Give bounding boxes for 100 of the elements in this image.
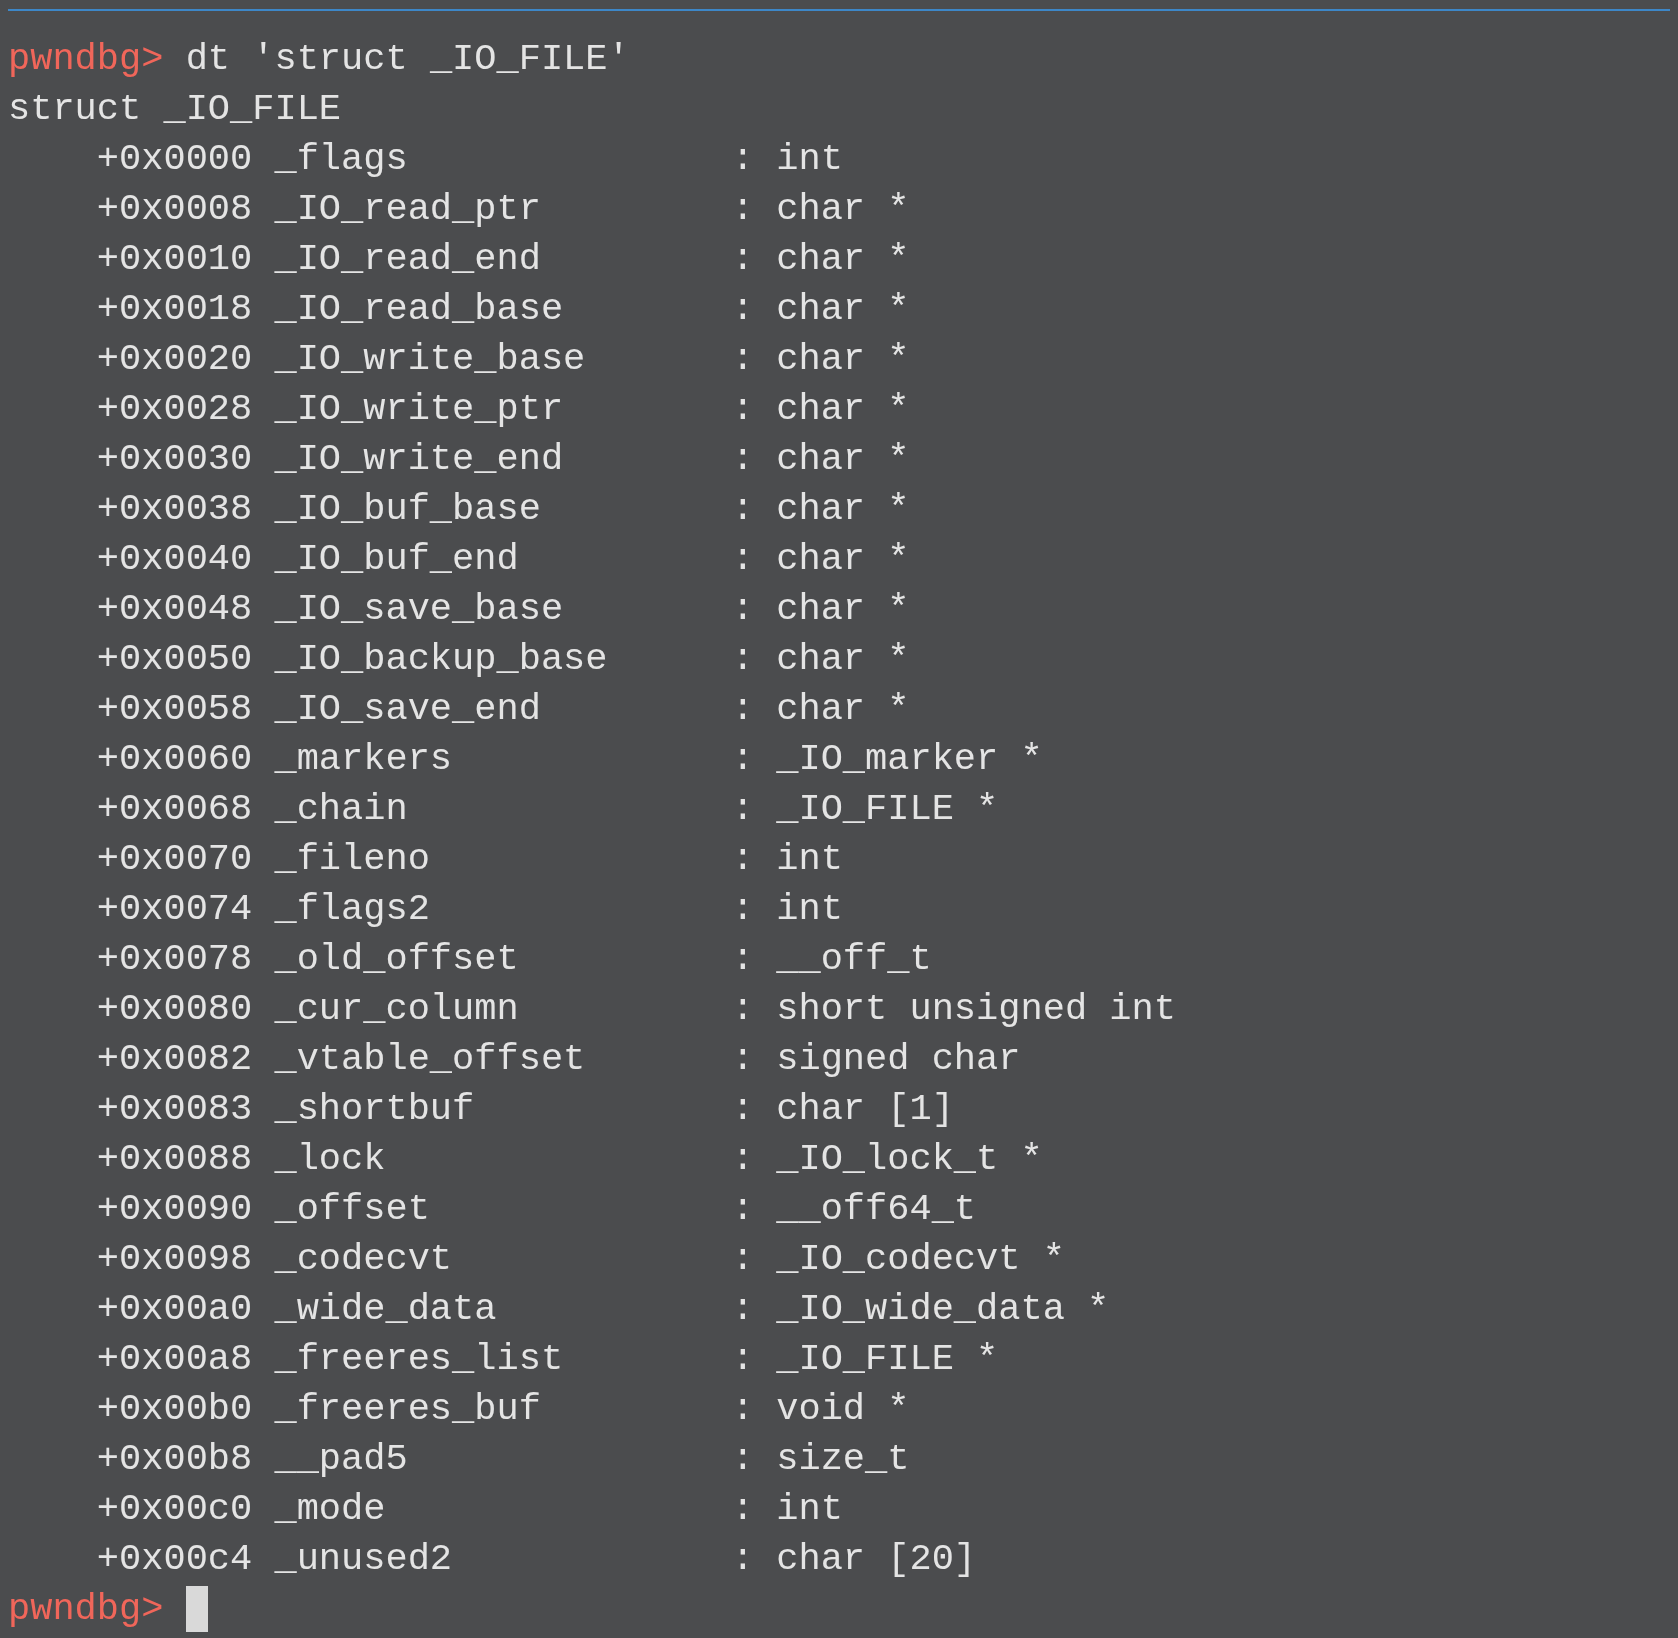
separator: : [731,1240,756,1278]
field-type: _IO_FILE * [776,1340,999,1378]
separator: : [731,790,756,828]
field-type: int [776,1490,843,1528]
field-name: _IO_write_base [274,340,587,378]
separator: : [731,990,756,1028]
field-name: _IO_backup_base [274,640,609,678]
separator: : [731,190,756,228]
field-name: __pad5 [274,1440,409,1478]
field-name: _fileno [274,840,431,878]
separator: : [731,340,756,378]
field-type: _IO_wide_data * [776,1290,1110,1328]
field-type: int [776,140,843,178]
field-type: char * [776,440,910,478]
field-type: char [20] [776,1540,977,1578]
field-offset: +0x0080 [96,990,254,1028]
separator: : [731,840,756,878]
field-name: _vtable_offset [274,1040,587,1078]
separator: : [731,1040,756,1078]
field-name: _offset [274,1190,431,1228]
prompt: pwndbg> [8,1590,164,1628]
field-name: _unused2 [274,1540,454,1578]
field-offset: +0x00b8 [96,1440,254,1478]
separator: : [731,590,756,628]
field-offset: +0x0020 [96,340,254,378]
field-offset: +0x0028 [96,390,254,428]
field-offset: +0x0010 [96,240,254,278]
separator: : [731,1340,756,1378]
prompt: pwndbg> [8,40,164,78]
output-header: struct _IO_FILE [8,90,342,128]
field-name: _IO_write_ptr [274,390,565,428]
separator: : [731,1440,756,1478]
field-offset: +0x00a0 [96,1290,254,1328]
separator: : [731,890,756,928]
separator: : [731,540,756,578]
separator: : [731,1540,756,1578]
separator: : [731,940,756,978]
field-name: _IO_save_base [274,590,565,628]
field-type: char * [776,340,910,378]
field-offset: +0x0068 [96,790,254,828]
field-offset: +0x00c0 [96,1490,254,1528]
field-offset: +0x0050 [96,640,254,678]
field-offset: +0x0040 [96,540,254,578]
field-offset: +0x0058 [96,690,254,728]
field-name: _wide_data [274,1290,498,1328]
field-name: _codecvt [274,1240,454,1278]
field-name: _freeres_list [274,1340,565,1378]
field-offset: +0x0083 [96,1090,254,1128]
separator: : [731,1090,756,1128]
field-type: char * [776,290,910,328]
field-type: void * [776,1390,910,1428]
field-name: _IO_read_ptr [274,190,542,228]
field-offset: +0x0074 [96,890,254,928]
separator: : [731,1290,756,1328]
field-name: _markers [274,740,454,778]
separator: : [731,640,756,678]
command-text: dt 'struct _IO_FILE' [185,40,630,78]
field-type: char * [776,490,910,528]
field-name: _chain [274,790,409,828]
field-offset: +0x0000 [96,140,254,178]
field-offset: +0x0078 [96,940,254,978]
separator: : [731,390,756,428]
field-offset: +0x0088 [96,1140,254,1178]
field-type: char * [776,390,910,428]
field-type: int [776,890,843,928]
field-type: char * [776,540,910,578]
field-type: _IO_codecvt * [776,1240,1065,1278]
field-offset: +0x0098 [96,1240,254,1278]
separator: : [731,690,756,728]
field-offset: +0x0008 [96,190,254,228]
field-type: char * [776,240,910,278]
field-name: _old_offset [274,940,520,978]
field-offset: +0x0060 [96,740,254,778]
field-offset: +0x00a8 [96,1340,254,1378]
separator: : [731,490,756,528]
field-offset: +0x0082 [96,1040,254,1078]
field-type: _IO_FILE * [776,790,999,828]
field-offset: +0x0090 [96,1190,254,1228]
separator: : [731,1190,756,1228]
separator: : [731,1390,756,1428]
field-offset: +0x00c4 [96,1540,254,1578]
field-name: _cur_column [274,990,520,1028]
field-type: int [776,840,843,878]
field-name: _IO_read_base [274,290,565,328]
field-type: char [1] [776,1090,954,1128]
field-type: char * [776,190,910,228]
field-type: char * [776,640,910,678]
separator: : [731,290,756,328]
separator: : [731,1140,756,1178]
separator: : [731,440,756,478]
field-name: _flags [274,140,409,178]
field-offset: +0x0070 [96,840,254,878]
field-name: _lock [274,1140,387,1178]
field-name: _IO_write_end [274,440,565,478]
separator: : [731,240,756,278]
field-name: _freeres_buf [274,1390,542,1428]
field-type: char * [776,690,910,728]
field-type: __off64_t [776,1190,977,1228]
field-name: _IO_save_end [274,690,542,728]
field-type: short unsigned int [776,990,1176,1028]
